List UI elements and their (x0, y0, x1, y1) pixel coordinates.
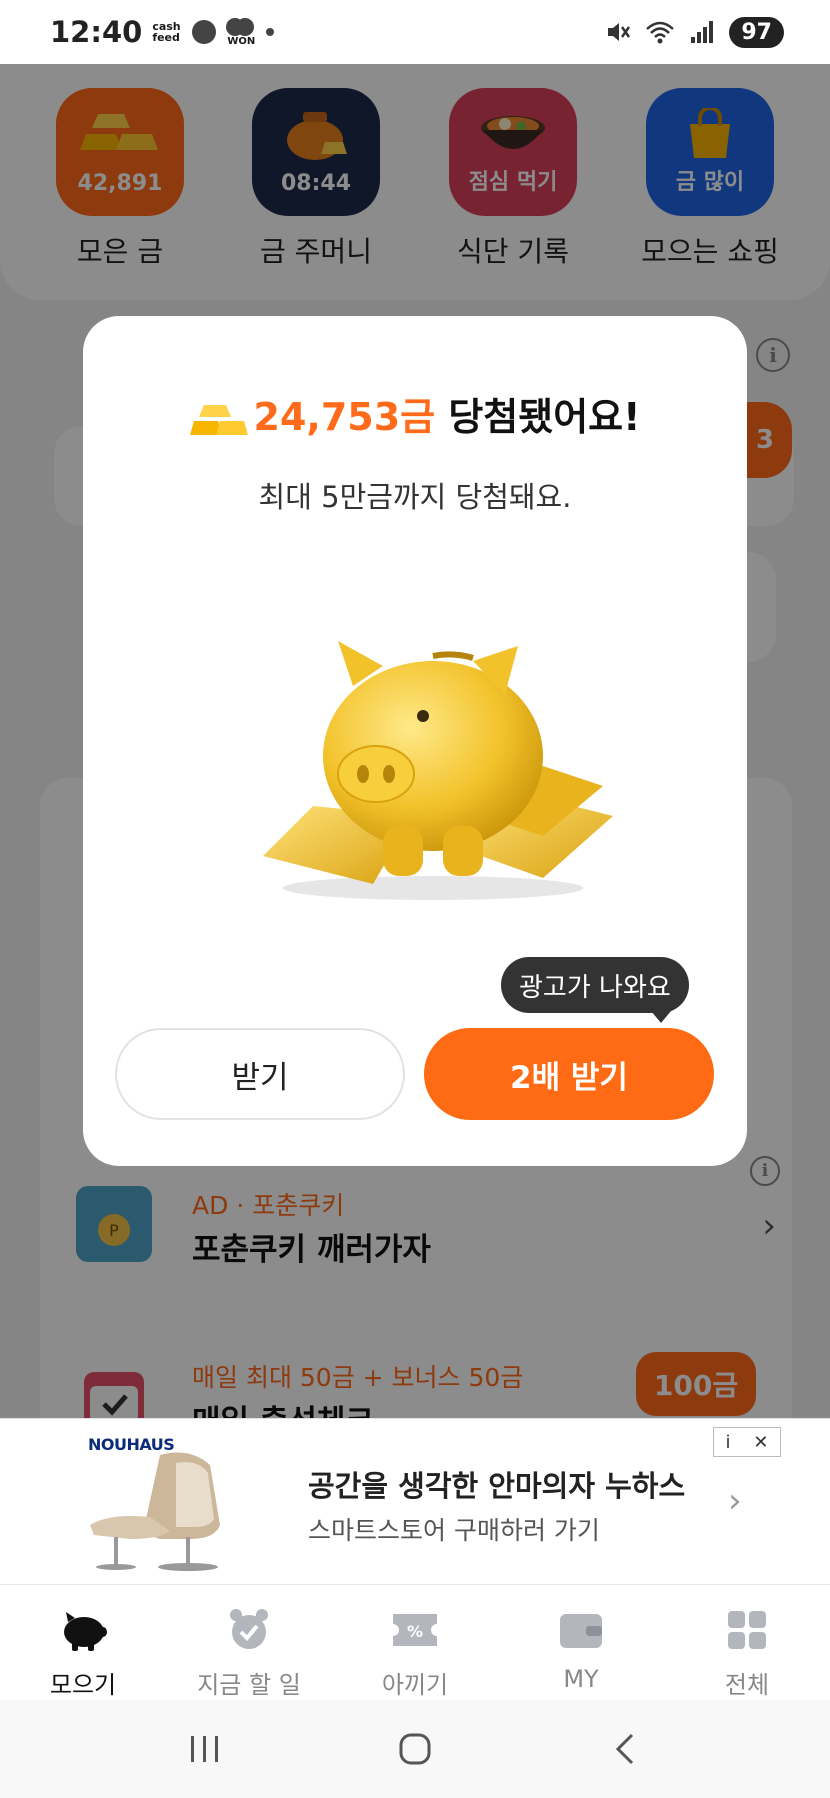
tab-my[interactable]: MY (498, 1585, 664, 1700)
recent-apps-icon[interactable] (175, 1724, 235, 1774)
system-navigation-bar (0, 1700, 830, 1798)
status-bar: 12:40 cash feed WON 97 (0, 0, 830, 64)
won-notification-icon: WON (226, 17, 256, 47)
massage-chair-image (90, 1452, 220, 1571)
ad-banner[interactable]: NOUHAUS 공간을 생각한 안마의자 누하스 스마트스토어 구매하러 가기 … (0, 1418, 830, 1584)
dialog-title: 24,753금 당첨됐어요! (83, 386, 747, 441)
status-right: 97 (605, 16, 784, 48)
gold-bars-icon (189, 404, 248, 435)
tab-save[interactable]: % 아끼기 (332, 1585, 498, 1700)
cashfeed-notification-icon: cash feed (152, 20, 181, 44)
svg-text:%: % (407, 1622, 423, 1641)
tab-todo-now[interactable]: 지금 할 일 (166, 1585, 332, 1700)
status-time: 12:40 (50, 15, 143, 49)
chevron-right-icon: › (728, 1481, 742, 1521)
ad-info-icon[interactable]: i (725, 1432, 730, 1453)
ad-choices: i ✕ (713, 1427, 781, 1457)
won-amount: 24,753금 (253, 395, 436, 439)
coupon-icon: % (390, 1605, 440, 1655)
chat-notification-icon (192, 20, 217, 44)
home-icon[interactable] (385, 1724, 445, 1774)
battery-indicator: 97 (729, 16, 784, 48)
grid-icon (722, 1605, 772, 1655)
tab-label: 전체 (724, 1671, 770, 1699)
piggy-icon (58, 1605, 108, 1655)
tab-label: 아끼기 (381, 1671, 449, 1699)
wifi-icon (646, 21, 675, 44)
dialog-subtitle: 최대 5만금까지 당첨돼요. (258, 480, 572, 514)
tab-all[interactable]: 전체 (664, 1585, 830, 1700)
alarm-clock-icon (224, 1605, 274, 1655)
gold-piggy-bank-icon (263, 641, 613, 900)
tab-collect[interactable]: 모으기 (0, 1585, 166, 1700)
wallet-icon (556, 1605, 606, 1655)
receive-button[interactable]: 받기 (115, 1028, 405, 1120)
tab-label: 지금 할 일 (197, 1671, 301, 1699)
tab-label: 모으기 (49, 1671, 117, 1699)
ad-headline: 공간을 생각한 안마의자 누하스 (308, 1469, 686, 1503)
ad-cta: 스마트스토어 구매하러 가기 (308, 1516, 600, 1545)
signal-icon (691, 21, 714, 43)
won-label: WON (227, 35, 256, 47)
tab-label: MY (563, 1665, 599, 1693)
back-icon[interactable] (595, 1724, 655, 1774)
bottom-navigation: 모으기 지금 할 일 % 아끼기 MY 전체 (0, 1584, 830, 1700)
mute-icon (608, 23, 631, 41)
reward-dialog: 24,753금 당첨됐어요! 최대 5만금까지 당첨돼요. 광고가 나와요 받기… (83, 316, 747, 1166)
ad-notice-tooltip: 광고가 나와요 (501, 957, 689, 1023)
more-notifications-dot-icon (266, 28, 275, 36)
ad-close-icon[interactable]: ✕ (753, 1432, 768, 1453)
double-receive-button[interactable]: 2배 받기 (424, 1028, 714, 1120)
dialog-title-suffix: 당첨됐어요! (435, 395, 641, 439)
status-left: 12:40 cash feed WON (50, 15, 275, 49)
